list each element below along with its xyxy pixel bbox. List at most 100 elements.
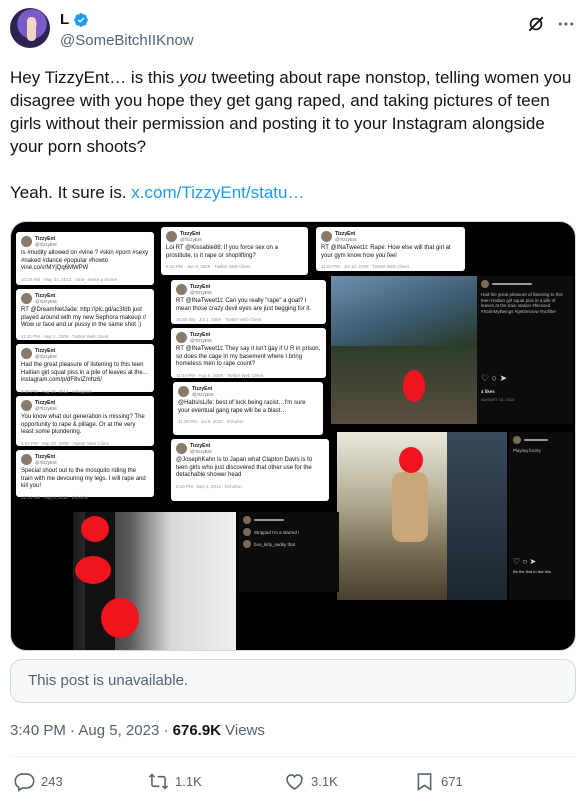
tweet-screenshot-card: TizzyEnt @TizzyEnt Special shout out to t… [16, 450, 154, 500]
tweet-text: Hey TizzyEnt… is this you tweeting about… [10, 66, 576, 204]
ig-comment: Stripped I'm a starred ! [254, 529, 300, 535]
avatar[interactable] [10, 8, 50, 48]
tweet-screenshot-card: TizzyEnt @TizzyEnt Lol RT @Kissable88: If… [161, 227, 308, 275]
views-count: 676.9K [172, 722, 222, 739]
card-avatar [166, 231, 177, 242]
redaction-mark [399, 447, 423, 473]
card-avatar [21, 236, 32, 247]
reply-button[interactable]: 243 [14, 771, 63, 792]
instagram-photo-train [337, 432, 507, 600]
card-text: @HabsIsLife: best of luck being racist…I… [178, 400, 306, 414]
card-avatar [176, 332, 187, 343]
tweet-header: L @SomeBitchIIKnow [10, 8, 576, 56]
more-options-icon[interactable] [556, 14, 576, 34]
views-label: Views [221, 722, 265, 739]
tweet-screenshot-card: TizzyEnt @TizzyEnt RT @INaTweet1t: Can yo… [171, 280, 326, 324]
card-text: Lol RT @Kissable88: If you force sex on … [166, 245, 278, 259]
ig-avatar [243, 528, 251, 536]
tweet-screenshot-card: TizzyEnt @TizzyEnt Had the great pleasure… [16, 344, 154, 394]
reply-count: 243 [41, 774, 63, 789]
heart-icon [286, 774, 303, 790]
card-avatar [321, 231, 332, 242]
card-handle: @TizzyEnt [35, 354, 57, 359]
card-avatar [21, 454, 32, 465]
grok-icon[interactable] [526, 14, 546, 34]
tweet-text-emphasis: you [179, 68, 207, 87]
repost-count: 1.1K [175, 774, 202, 789]
ig-caption: Playing hooky [513, 448, 542, 453]
card-handle: @TizzyEnt [190, 449, 212, 454]
instagram-caption-panel: Playing hooky ♡ ○ ➤ Be the first to like… [509, 432, 573, 600]
tweet-text-part: Yeah. It sure is. [10, 183, 132, 202]
instagram-comments-panel: Stripped I'm a starred ! boo_kitty_sadky… [239, 512, 339, 592]
verified-badge-icon [74, 12, 89, 27]
ig-avatar [513, 436, 521, 444]
tweet-paragraph-2: Yeah. It sure is. x.com/TizzyEnt/statu… [10, 181, 576, 204]
ig-avatar [243, 540, 251, 548]
tweet-text-part: Hey TizzyEnt… is this [10, 68, 180, 87]
redaction-mark [75, 556, 111, 584]
name-row: L [60, 11, 89, 28]
card-handle: @TizzyEnt [180, 237, 202, 242]
card-meta: 11:04 PM · Jul 10, 2009 · Twitter Web Cl… [321, 264, 409, 269]
card-handle: @TizzyEnt [190, 338, 212, 343]
card-text: RT @INaTweet1t: They say it isn't gay if… [176, 346, 321, 367]
unavailable-quote: This post is unavailable. [10, 659, 576, 703]
action-bar: 243 1.1K 3.1K 671 [10, 768, 576, 798]
card-avatar [21, 348, 32, 359]
repost-icon [148, 773, 169, 790]
card-handle: @TizzyEnt [35, 242, 57, 247]
card-text: You know what our generation is missing?… [21, 414, 145, 435]
tweet-screenshot-card: TizzyEnt @TizzyEnt @JosephKahn is to Japa… [171, 439, 329, 501]
card-avatar [176, 284, 187, 295]
post-date[interactable]: Aug 5, 2023 [78, 722, 159, 739]
card-meta: 1:02 PM · Sep 20, 2009 · Twitter Web Cli… [21, 440, 109, 446]
card-meta: 11:38 PM · Jul 6, 2010 · Echofon [178, 419, 244, 424]
redaction-mark [81, 516, 109, 542]
post-time[interactable]: 3:40 PM [10, 722, 66, 739]
like-button[interactable]: 3.1K [284, 771, 338, 792]
card-meta: 11:31 PM · Sep 1, 2009 · Twitter Web Cli… [21, 333, 109, 339]
instagram-photo-wall [73, 512, 236, 650]
tweet-screenshot-card: TizzyEnt @TizzyEnt You know what our gene… [16, 396, 154, 446]
ig-date: AUGUST 15, 2013 [481, 397, 515, 402]
card-avatar [21, 400, 32, 411]
like-count: 3.1K [311, 774, 338, 789]
instagram-photo-leaves [331, 276, 477, 424]
card-meta: 10:34 AM · May 31, 2013 · Vine - Make a … [21, 276, 117, 282]
meta-separator: · [159, 722, 173, 739]
ig-comment: boo_kitty_sadky that [254, 541, 296, 547]
redaction-mark [403, 370, 425, 402]
card-meta: 6:10 PM · Sep 2, 2012 · Echofon [176, 483, 242, 489]
display-name[interactable]: L [60, 11, 69, 28]
ig-footer: Be the first to like this [513, 569, 552, 574]
card-handle: @TizzyEnt [190, 290, 212, 295]
repost-button[interactable]: 1.1K [148, 771, 202, 792]
redaction-mark [101, 598, 139, 638]
card-meta: 10:40 AM · Jul 1, 2009 · Twitter Web Cli… [176, 317, 262, 322]
card-text: RT @INaTweet1t: Rape: How else will that… [321, 245, 451, 259]
tweet-link[interactable]: x.com/TizzyEnt/statu… [131, 183, 304, 202]
card-text: Is #nudity allowed on #vine ? #skin #por… [21, 250, 149, 271]
card-text: Had the great pleasure of listening to t… [21, 362, 149, 383]
reply-icon [14, 773, 35, 792]
card-meta: 12:14 AM · Aug 5, 2011 · Echofon [21, 494, 89, 500]
card-avatar [21, 293, 32, 304]
ig-action-icons: ♡ ○ ➤ [481, 373, 508, 383]
handle[interactable]: @SomeBitchIIKnow [60, 32, 194, 49]
bookmark-count: 671 [441, 774, 463, 789]
ig-caption: Had the great pleasure of listening to t… [481, 292, 563, 314]
tweet-screenshot-card: TizzyEnt @TizzyEnt RT @INaTweet1t: Rape: … [316, 227, 465, 271]
tweet-screenshot-card: TizzyEnt @TizzyEnt RT @INaTweet1t: They s… [171, 328, 326, 378]
card-handle: @TizzyEnt [335, 237, 357, 242]
tweet-meta: 3:40 PM · Aug 5, 2023 · 676.9K Views [10, 722, 265, 739]
card-text: RT @DreamNetJade: http://pic.gd/ac3fdb j… [21, 307, 147, 328]
card-avatar [176, 443, 187, 454]
card-handle: @TizzyEnt [192, 392, 214, 397]
tweet-screenshot-card: TizzyEnt @TizzyEnt RT @DreamNetJade: http… [16, 289, 154, 340]
bookmark-button[interactable]: 671 [414, 771, 463, 792]
card-meta: 8:18 PM · Jan 8, 2009 · Twitter Web Clie… [166, 264, 251, 269]
ig-avatar [243, 516, 251, 524]
ig-action-icons: ♡ ○ ➤ [513, 557, 537, 566]
media-image[interactable]: TizzyEnt @TizzyEnt Is #nudity allowed on … [10, 221, 576, 651]
